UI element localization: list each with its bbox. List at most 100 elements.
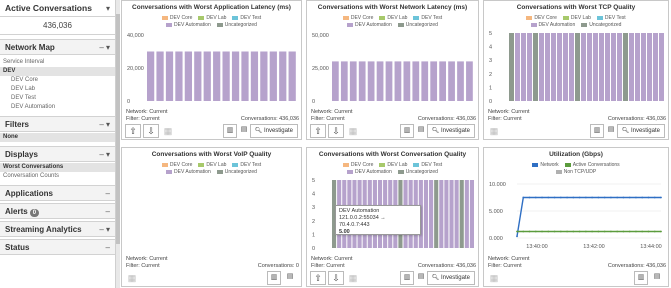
series-point[interactable] <box>572 230 575 233</box>
series-point[interactable] <box>584 230 587 233</box>
chart-bar[interactable] <box>222 51 230 102</box>
chart-bar[interactable] <box>551 33 556 101</box>
chart-bar[interactable] <box>617 33 622 101</box>
filter-item-none[interactable]: None <box>0 133 115 142</box>
bar-chart-icon[interactable]: ▥ <box>400 124 414 138</box>
collapse-controls[interactable]: – ▾ <box>99 117 110 133</box>
series-point[interactable] <box>616 196 619 199</box>
series-point[interactable] <box>547 196 550 199</box>
series-point[interactable] <box>578 230 581 233</box>
series-point[interactable] <box>641 230 644 233</box>
network-map-header[interactable]: Network Map – ▾ <box>0 39 115 55</box>
chart-bar[interactable] <box>647 33 652 101</box>
series-point[interactable] <box>610 196 612 199</box>
collapse-controls[interactable]: – <box>106 204 110 220</box>
network-map-item[interactable]: DEV Lab <box>0 85 115 94</box>
active-conversations-header[interactable]: Active Conversations ▾ <box>0 0 115 17</box>
series-point[interactable] <box>597 196 600 199</box>
display-item-worst-conversations[interactable]: Worst Conversations <box>0 163 115 172</box>
chart-bar[interactable] <box>509 33 514 101</box>
chart-bar[interactable] <box>653 33 658 101</box>
chart-bar[interactable] <box>466 61 473 101</box>
chart-bar[interactable] <box>394 61 402 101</box>
chart-bar[interactable] <box>269 51 277 102</box>
chart-bar[interactable] <box>515 33 520 101</box>
chart-bar[interactable] <box>459 180 464 248</box>
chart-bar[interactable] <box>423 180 429 248</box>
chart-bar[interactable] <box>260 51 268 102</box>
chevron-down-icon[interactable]: ▾ <box>106 0 110 17</box>
chart-bar[interactable] <box>430 61 438 101</box>
bar-chart-icon[interactable]: ▥ <box>223 124 237 138</box>
chart-bar[interactable] <box>545 33 550 101</box>
chart-area[interactable] <box>125 176 300 252</box>
move-down-icon[interactable]: ⇩ <box>328 271 344 285</box>
chart-bar[interactable] <box>569 33 574 101</box>
series-point[interactable] <box>610 230 612 233</box>
chart-bar[interactable] <box>659 33 664 101</box>
collapse-controls[interactable]: – <box>106 186 110 202</box>
series-point[interactable] <box>541 196 543 199</box>
series-point[interactable] <box>547 230 550 233</box>
bar-chart-icon[interactable]: ▥ <box>400 271 414 285</box>
chart-bar[interactable] <box>175 51 183 102</box>
chart-bar[interactable] <box>587 33 592 101</box>
chart-bar[interactable] <box>641 33 646 101</box>
series-point[interactable] <box>559 230 562 233</box>
alerts-header[interactable]: Alerts 0 – <box>0 203 115 219</box>
series-point[interactable] <box>635 230 637 233</box>
chart-area[interactable]: 10.000 5.000 0.000 13:40:00 13:42:00 13:44:00 <box>487 176 667 252</box>
chart-bar[interactable] <box>147 51 155 102</box>
series-point[interactable] <box>653 230 656 233</box>
collapse-controls[interactable]: – ▾ <box>99 147 110 163</box>
network-map-item[interactable]: DEV Test <box>0 94 115 103</box>
chart-bar[interactable] <box>367 61 375 101</box>
series-point[interactable] <box>528 230 531 233</box>
bar-chart-icon[interactable]: ▥ <box>634 271 648 285</box>
chart-bar[interactable] <box>557 33 562 101</box>
chart-bar[interactable] <box>448 61 455 101</box>
chart-bar[interactable] <box>605 33 610 101</box>
chart-bar[interactable] <box>439 180 444 248</box>
series-point[interactable] <box>647 230 650 233</box>
chart-area[interactable]: 50,000 25,000 0 <box>310 29 477 105</box>
series-point[interactable] <box>541 230 543 233</box>
move-down-icon[interactable]: ⇩ <box>143 124 159 138</box>
chart-bar[interactable] <box>635 33 640 101</box>
series-point[interactable] <box>653 196 656 199</box>
series-point[interactable] <box>597 230 600 233</box>
chart-bar[interactable] <box>184 51 192 102</box>
chart-bar[interactable] <box>449 180 454 248</box>
chart-bar[interactable] <box>454 180 459 248</box>
series-point[interactable] <box>553 196 556 199</box>
series-point[interactable] <box>553 230 556 233</box>
chart-bar[interactable] <box>403 61 411 101</box>
series-point[interactable] <box>660 230 662 233</box>
chart-bar[interactable] <box>385 61 393 101</box>
series-point[interactable] <box>628 230 631 233</box>
network-map-item[interactable]: DEV <box>0 67 115 76</box>
series-point[interactable] <box>660 196 662 199</box>
chart-bar[interactable] <box>629 33 634 101</box>
chart-bar[interactable] <box>358 61 366 101</box>
chart-bar[interactable] <box>213 51 221 102</box>
series-point[interactable] <box>578 196 581 199</box>
collapse-controls[interactable]: – ▾ <box>99 222 110 238</box>
series-point[interactable] <box>572 196 575 199</box>
chart-bar[interactable] <box>611 33 616 101</box>
collapse-controls[interactable]: – ▾ <box>99 40 110 56</box>
chart-bar[interactable] <box>332 61 339 101</box>
chart-bar[interactable] <box>165 51 174 102</box>
chart-bar[interactable] <box>457 61 464 101</box>
series-point[interactable] <box>566 196 568 199</box>
series-point[interactable] <box>522 196 525 199</box>
chart-bar[interactable] <box>575 33 580 101</box>
status-header[interactable]: Status – <box>0 239 115 255</box>
chart-bar[interactable] <box>593 33 598 101</box>
chart-bar[interactable] <box>439 61 446 101</box>
series-point[interactable] <box>635 196 637 199</box>
network-map-item[interactable]: DEV Core <box>0 76 115 85</box>
chart-bar[interactable] <box>429 180 434 248</box>
chart-bar[interactable] <box>279 51 287 102</box>
series-point[interactable] <box>628 196 631 199</box>
